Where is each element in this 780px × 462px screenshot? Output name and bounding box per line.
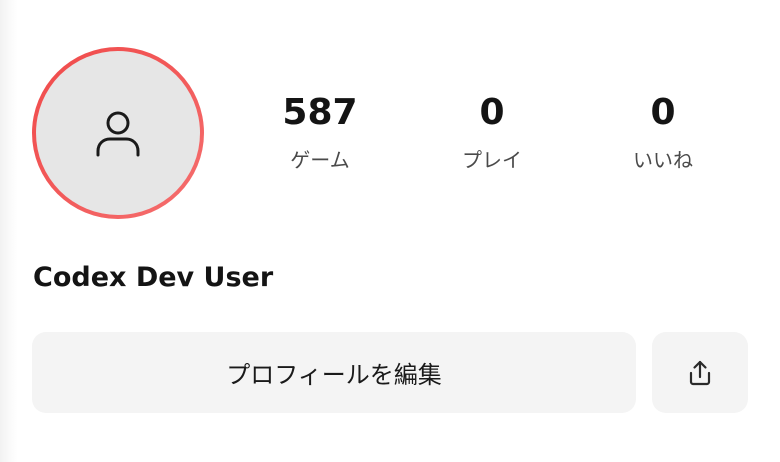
stat-plays[interactable]: 0 プレイ xyxy=(422,88,562,180)
edit-profile-label: プロフィールを編集 xyxy=(226,361,442,389)
display-name: Codex Dev User xyxy=(33,262,274,293)
profile-stats: 587 ゲーム 0 プレイ 0 いいね xyxy=(230,88,750,188)
stat-games-label: ゲーム xyxy=(290,148,350,172)
avatar-placeholder xyxy=(36,51,200,215)
stat-plays-value: 0 xyxy=(479,92,505,133)
stat-games-value: 587 xyxy=(282,92,358,133)
stat-plays-label: プレイ xyxy=(462,148,522,172)
avatar[interactable] xyxy=(32,47,204,219)
stat-likes-value: 0 xyxy=(650,92,676,133)
stat-games[interactable]: 587 ゲーム xyxy=(250,88,390,180)
edit-profile-button[interactable]: プロフィールを編集 xyxy=(32,332,636,413)
stat-likes[interactable]: 0 いいね xyxy=(593,88,733,180)
stat-likes-label: いいね xyxy=(633,148,693,172)
share-button[interactable] xyxy=(652,332,748,413)
profile-page: 587 ゲーム 0 プレイ 0 いいね Codex Dev User プロフィー… xyxy=(0,0,780,462)
share-icon xyxy=(689,360,711,385)
user-icon xyxy=(96,111,140,157)
